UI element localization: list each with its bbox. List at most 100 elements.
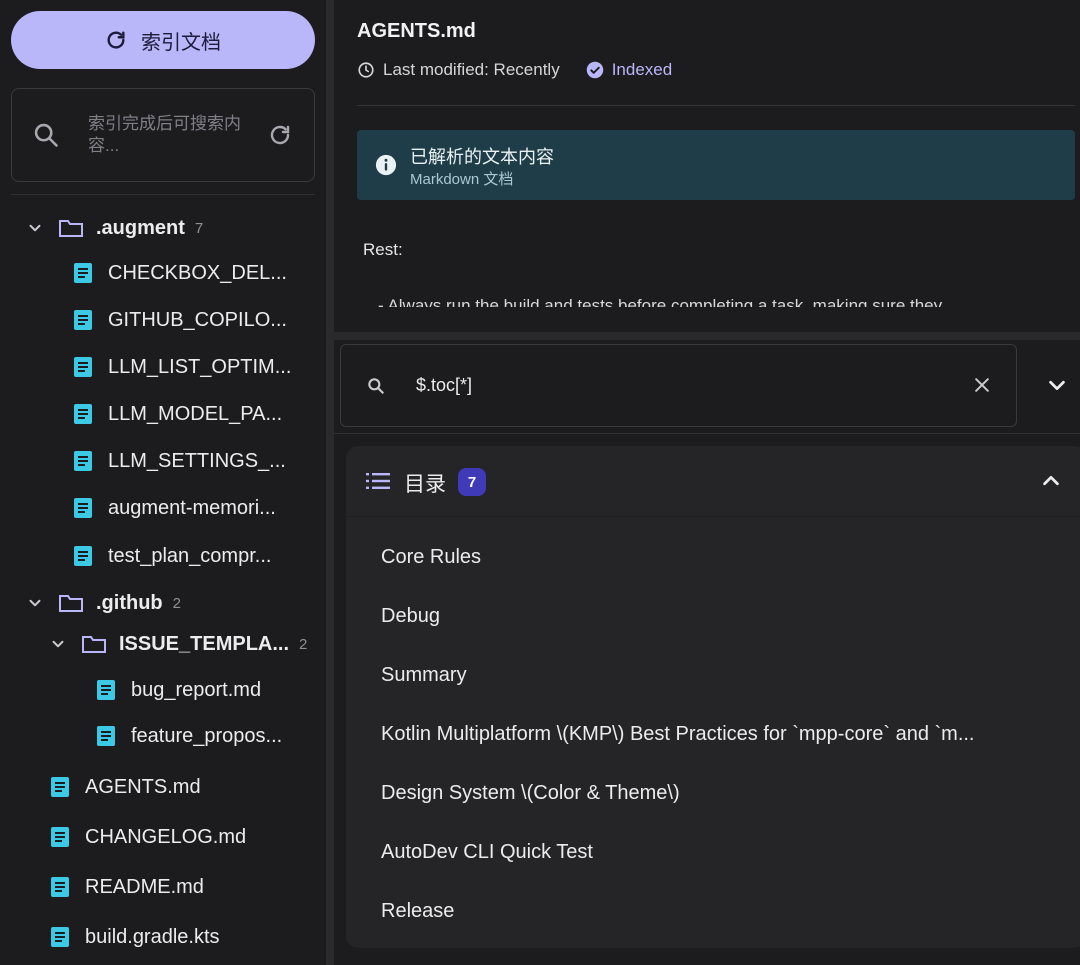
close-icon[interactable] xyxy=(972,375,992,395)
file-doc-icon xyxy=(74,357,92,377)
folder-icon xyxy=(59,595,83,612)
tree-label: build.gradle.kts xyxy=(85,925,220,948)
tree-label: ISSUE_TEMPLA... xyxy=(119,632,290,655)
panel-resize-handle[interactable] xyxy=(334,332,1080,340)
document-meta: Last modified: Recently Indexed xyxy=(357,58,672,82)
file-doc-icon xyxy=(74,310,92,330)
chevron-down-icon xyxy=(29,224,41,232)
banner-subtitle: Markdown 文档 xyxy=(410,171,514,188)
tree-file[interactable]: LLM_SETTINGS_... xyxy=(73,441,286,481)
tree-folder-issue-template[interactable]: ISSUE_TEMPLA... 2 xyxy=(49,624,307,664)
tree-label: LLM_SETTINGS_... xyxy=(108,449,286,472)
last-modified-text: Last modified: Recently xyxy=(383,60,560,79)
folder-icon xyxy=(59,220,83,237)
bottom-strip xyxy=(334,950,1080,965)
meta-divider xyxy=(357,105,1075,106)
query-value: $.toc[*] xyxy=(416,375,473,395)
tree-label: LLM_MODEL_PA... xyxy=(108,402,283,425)
search-icon xyxy=(34,123,58,147)
tree-label: .augment xyxy=(96,216,185,239)
index-documents-button[interactable]: 索引文档 xyxy=(11,11,315,69)
sidebar-resize-handle[interactable] xyxy=(326,0,334,965)
file-doc-icon xyxy=(97,680,115,700)
toc-card: 目录 7 Core Rules Debug Summary Kotlin Mul… xyxy=(346,446,1080,948)
file-doc-icon xyxy=(74,451,92,471)
file-doc-icon xyxy=(51,777,69,797)
file-doc-icon xyxy=(74,263,92,283)
tree-file[interactable]: bug_report.md xyxy=(96,670,261,710)
tree-label: CHANGELOG.md xyxy=(85,825,247,848)
tree-count: 7 xyxy=(194,219,204,237)
tree-count: 2 xyxy=(172,594,181,612)
chevron-down-icon xyxy=(29,599,41,607)
toc-title: 目录 xyxy=(404,473,446,496)
chevron-down-icon[interactable] xyxy=(1046,374,1068,396)
tree-label: feature_propos... xyxy=(131,724,283,747)
tree-count: 2 xyxy=(299,635,308,653)
refresh-icon[interactable] xyxy=(268,123,292,147)
tree-label: README.md xyxy=(85,875,204,898)
document-title: AGENTS.md xyxy=(357,20,476,42)
banner-title: 已解析的文本内容 xyxy=(410,147,554,167)
chevron-up-icon[interactable] xyxy=(1040,470,1062,492)
tree-label: LLM_LIST_OPTIM... xyxy=(108,355,292,378)
folder-icon xyxy=(82,636,106,653)
jsonpath-query-input[interactable]: $.toc[*] xyxy=(340,344,1017,427)
document-body-text: - Always run the build and tests before … xyxy=(378,296,943,307)
tree-label: GITHUB_COPILO... xyxy=(108,308,287,331)
tree-label: CHECKBOX_DEL... xyxy=(108,261,287,284)
query-divider xyxy=(334,433,1080,434)
tree-file[interactable]: GITHUB_COPILO... xyxy=(73,300,287,340)
tree-file[interactable]: LLM_LIST_OPTIM... xyxy=(73,347,291,387)
tree-file[interactable]: feature_propos... xyxy=(96,716,282,756)
tree-label: augment-memori... xyxy=(108,496,276,519)
file-doc-icon xyxy=(74,498,92,518)
parsed-content-banner: 已解析的文本内容 Markdown 文档 xyxy=(357,130,1075,200)
toc-item[interactable]: Release xyxy=(381,891,1071,931)
tree-file[interactable]: CHANGELOG.md xyxy=(50,817,246,857)
toc-item[interactable]: Kotlin Multiplatform \(KMP\) Best Practi… xyxy=(381,714,1071,754)
tree-file[interactable]: LLM_MODEL_PA... xyxy=(73,394,282,434)
search-icon xyxy=(368,378,384,394)
tree-folder-augment[interactable]: .augment 7 xyxy=(26,208,203,248)
tree-folder-github[interactable]: .github 2 xyxy=(26,583,181,623)
toc-item[interactable]: Debug xyxy=(381,596,1071,636)
clock-icon xyxy=(358,62,374,78)
tree-file[interactable]: augment-memori... xyxy=(73,488,276,528)
tree-label: bug_report.md xyxy=(131,678,262,701)
tree-label: .github xyxy=(96,591,163,614)
document-body-heading: Rest: xyxy=(363,240,403,259)
search-placeholder: 索引完成后可搜索内容... xyxy=(88,114,241,155)
file-doc-icon xyxy=(51,877,69,897)
toc-item[interactable]: AutoDev CLI Quick Test xyxy=(381,832,1071,872)
status-badge: Indexed xyxy=(586,60,673,80)
toc-item[interactable]: Core Rules xyxy=(381,537,1071,577)
tree-label: AGENTS.md xyxy=(85,775,201,798)
check-circle-icon xyxy=(586,61,603,79)
toc-header[interactable]: 目录 7 xyxy=(346,446,1080,517)
tree-file[interactable]: CHECKBOX_DEL... xyxy=(73,253,287,293)
sidebar: 索引文档 索引完成后可搜索内容... .augment 7 CHECKBOX_D… xyxy=(0,0,326,965)
chevron-down-icon xyxy=(52,640,64,648)
tree-file[interactable]: test_plan_compr... xyxy=(73,536,271,576)
tree-file[interactable]: README.md xyxy=(50,867,204,907)
file-doc-icon xyxy=(74,546,92,566)
toc-item[interactable]: Design System \(Color & Theme\) xyxy=(381,773,1071,813)
tree-file[interactable]: build.gradle.kts xyxy=(50,917,220,957)
toc-item[interactable]: Summary xyxy=(381,655,1071,695)
index-button-label: 索引文档 xyxy=(141,31,221,54)
refresh-icon xyxy=(107,31,125,49)
sidebar-divider xyxy=(11,194,315,195)
content-search-input[interactable]: 索引完成后可搜索内容... xyxy=(11,88,315,182)
document-body-line: - Always run the build and tests before … xyxy=(378,290,1078,307)
list-icon xyxy=(366,473,390,489)
file-doc-icon xyxy=(51,927,69,947)
tree-file[interactable]: AGENTS.md xyxy=(50,767,201,807)
file-doc-icon xyxy=(74,404,92,424)
tree-label: test_plan_compr... xyxy=(108,544,272,567)
info-icon xyxy=(375,154,397,176)
toc-count-badge: 7 xyxy=(458,468,486,496)
file-doc-icon xyxy=(97,726,115,746)
status-label: Indexed xyxy=(611,60,673,79)
file-doc-icon xyxy=(51,827,69,847)
